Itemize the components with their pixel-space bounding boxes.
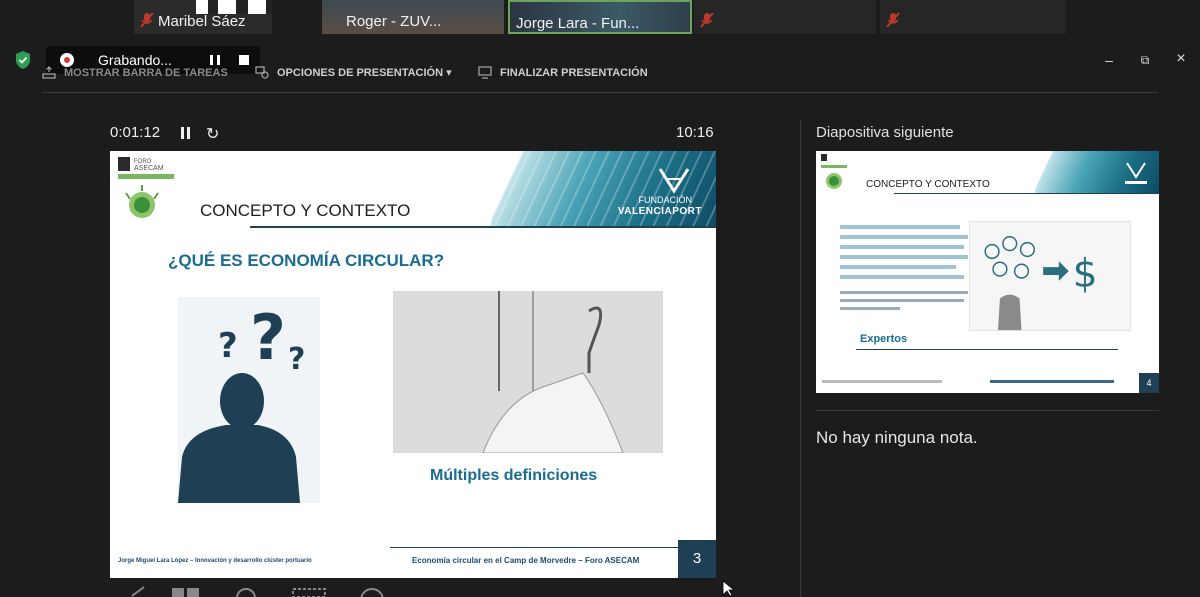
svg-text:?: ? xyxy=(218,326,238,366)
close-button[interactable]: × xyxy=(1172,50,1190,68)
presentation-options-label: OPCIONES DE PRESENTACIÓN ▾ xyxy=(277,67,452,79)
foundation-label: FUNDACIÓN xyxy=(638,195,693,205)
notes-divider xyxy=(816,410,1159,411)
elapsed-timer: 0:01:12 xyxy=(110,124,161,141)
svg-text:$: $ xyxy=(1073,252,1098,297)
slide-number: 3 xyxy=(678,540,716,578)
next-slide-footer xyxy=(822,380,1114,383)
thinking-person-illustration: ? ? ? xyxy=(178,297,320,503)
end-presentation-icon xyxy=(478,66,492,79)
minimize-button[interactable]: – xyxy=(1100,52,1118,68)
participant-name: Roger - ZUV... xyxy=(346,13,442,30)
foro-asecam-logo xyxy=(821,154,847,189)
zoom-icon[interactable] xyxy=(234,586,258,597)
participant-name: Jorge Lara - Fun... xyxy=(516,15,640,32)
title-underline xyxy=(894,193,1159,194)
restore-button[interactable]: ⧉ xyxy=(1136,53,1154,68)
slide-caption: Múltiples definiciones xyxy=(430,467,598,484)
mouse-cursor-icon xyxy=(722,580,734,597)
settings-gear-icon xyxy=(255,66,269,79)
valenciaport-logo-icon xyxy=(658,168,690,194)
foundation-name: VALENCIAPORT xyxy=(617,206,702,217)
toolbar-divider xyxy=(42,92,1158,93)
next-slide-label: Diapositiva siguiente xyxy=(816,124,954,141)
mic-muted-icon xyxy=(886,12,900,28)
panel-divider xyxy=(800,120,801,597)
next-slide-thumbnail[interactable]: CONCEPTO Y CONTEXTO $ Expertos 4 xyxy=(816,151,1159,393)
mic-muted-icon xyxy=(700,12,714,28)
shield-check-icon xyxy=(16,51,30,69)
stop-recording-button[interactable] xyxy=(239,55,249,65)
presentation-options-button[interactable]: OPCIONES DE PRESENTACIÓN ▾ xyxy=(255,66,452,79)
show-taskbar-button[interactable]: MOSTRAR BARRA DE TAREAS xyxy=(42,66,228,79)
participant-strip: Maribel Sáez Roger - ZUV... Jorge Lara -… xyxy=(0,0,1200,34)
show-taskbar-label: MOSTRAR BARRA DE TAREAS xyxy=(64,66,228,79)
end-presentation-button[interactable]: FINALIZAR PRESENTACIÓN xyxy=(478,66,648,79)
pause-timer-button[interactable] xyxy=(181,127,190,139)
footer-divider xyxy=(390,547,678,548)
slide-section-title: CONCEPTO Y CONTEXTO xyxy=(200,201,411,220)
taskbar-icon xyxy=(42,66,56,79)
pause-recording-button[interactable] xyxy=(210,55,220,65)
current-slide[interactable]: FORO ASECAM FUNDACIÓN VALENCIAPORT CONCE… xyxy=(110,151,716,578)
valenciaport-logo-icon xyxy=(1125,162,1147,184)
svg-text:ASECAM: ASECAM xyxy=(134,165,164,172)
end-presentation-label: FINALIZAR PRESENTACIÓN xyxy=(500,66,648,79)
restart-timer-icon[interactable]: ↻ xyxy=(206,124,219,144)
speaker-notes: No hay ninguna nota. xyxy=(816,428,978,447)
participant-tile[interactable]: Roger - ZUV... xyxy=(322,0,504,34)
black-screen-icon[interactable] xyxy=(292,586,326,597)
caption-underline xyxy=(856,349,1118,350)
svg-text:?: ? xyxy=(250,301,286,374)
participant-tile[interactable] xyxy=(694,0,876,34)
next-slide-caption: Expertos xyxy=(860,333,908,345)
participant-tile[interactable] xyxy=(880,0,1066,34)
next-slide-number: 4 xyxy=(1139,373,1159,393)
current-time: 10:16 xyxy=(676,124,714,141)
slide-question: ¿QUÉ ES ECONOMÍA CIRCULAR? xyxy=(168,251,445,270)
pen-tool-icon[interactable] xyxy=(130,586,148,597)
title-underline xyxy=(250,226,716,228)
grid-view-icon[interactable] xyxy=(172,586,200,597)
participant-tile-active[interactable]: Jorge Lara - Fun... xyxy=(508,0,692,34)
record-icon xyxy=(60,53,74,67)
slide-footer-title: Economía circular en el Camp de Morvedre… xyxy=(412,556,640,565)
more-options-icon[interactable] xyxy=(358,586,386,597)
foro-asecam-logo: FORO ASECAM xyxy=(118,157,174,218)
slide-footer-author: Jorge Miguel Lara López – Innovación y d… xyxy=(118,558,312,564)
participant-tile[interactable]: Maribel Sáez xyxy=(134,0,272,34)
svg-text:?: ? xyxy=(288,342,305,377)
drawing-hand-photo xyxy=(393,291,663,453)
next-slide-text-block xyxy=(840,225,968,310)
mic-muted-icon xyxy=(140,12,154,28)
next-slide-section-title: CONCEPTO Y CONTEXTO xyxy=(866,179,990,190)
participant-video xyxy=(196,0,272,14)
participant-name: Maribel Sáez xyxy=(158,13,246,30)
ideas-to-money-illustration: $ xyxy=(969,221,1131,331)
